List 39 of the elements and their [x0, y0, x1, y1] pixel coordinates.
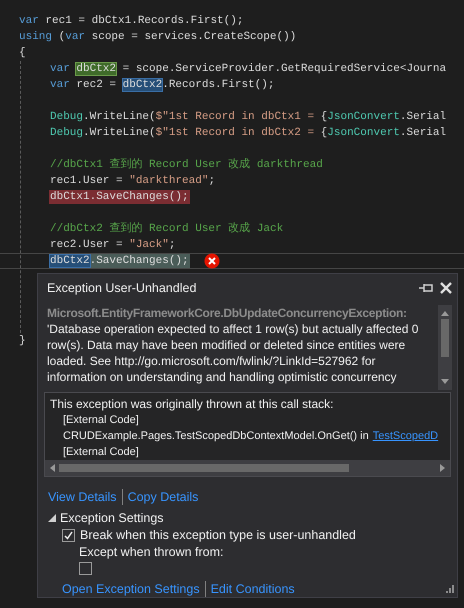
code-line: { [18, 46, 27, 60]
resize-grip-icon[interactable] [444, 584, 454, 594]
scroll-up-icon[interactable] [441, 310, 449, 316]
details-link[interactable]: View Details [48, 490, 117, 504]
scroll-left-icon[interactable] [49, 464, 55, 472]
checkbox[interactable] [62, 528, 75, 542]
popup-title: Exception User-Unhandled [47, 280, 198, 295]
settings-label: Exception Settings [60, 511, 164, 525]
pin-icon[interactable] [419, 282, 433, 293]
expanded-triangle-icon[interactable] [48, 514, 56, 522]
code-line: //dbCtx2 查到的 Record User 改成 Jack [49, 222, 284, 236]
settings-link[interactable]: Edit Conditions [210, 582, 295, 596]
checkbox[interactable] [79, 562, 92, 575]
code-line: //dbCtx1 查到的 Record User 改成 darkthread [49, 158, 324, 172]
vertical-scrollbar[interactable] [438, 305, 452, 390]
horizontal-scrollbar[interactable] [45, 460, 450, 476]
stack-frame: [External Code] [63, 414, 139, 426]
code-line: var rec2 = dbCtx2.Records.First(); [49, 78, 276, 92]
settings-link[interactable]: Open Exception Settings [62, 582, 200, 596]
code-line: var dbCtx2 = scope.ServiceProvider.GetRequiredService<Journa [49, 62, 448, 76]
call-stack-heading: This exception was originally thrown at this call stack: [49, 396, 334, 412]
exception-message: 'Database operation expected to affect 1 row(s) but actually affected 0 row(s). Data may have been modified or deleted since entities were loaded. See http://go.microsoft.com/fwlink/?LinkId=527962 for information on understanding and handling optimistic concurrency [47, 321, 420, 386]
source-link[interactable]: TestScopedD [372, 430, 438, 442]
scroll-right-icon[interactable] [440, 464, 446, 472]
stack-frame: CRUDExample.Pages.TestScopedDbContextModel.OnGet() in [63, 430, 369, 442]
close-icon[interactable] [439, 280, 453, 295]
except-label: Except when thrown from: [79, 545, 224, 559]
code-line: rec1.User = "darkthread"; [49, 174, 216, 188]
scroll-down-icon[interactable] [441, 379, 449, 385]
code-line: Debug.WriteLine($"1st Record in dbCtx2 = {JsonConvert.Serial [49, 126, 448, 140]
code-line: rec2.User = "Jack"; [49, 238, 176, 252]
code-line: } [18, 334, 27, 348]
stack-frame: [External Code] [63, 446, 139, 458]
checkbox-label: Break when this exception type is user-unhandled [80, 528, 356, 542]
details-link[interactable]: Copy Details [128, 490, 198, 504]
code-line: var rec1 = dbCtx1.Records.First(); [18, 14, 244, 28]
exception-type: Microsoft.EntityFrameworkCore.DbUpdateConcurrencyException: [47, 305, 408, 322]
code-line: using (var scope = services.CreateScope()) [18, 30, 298, 44]
code-line: Debug.WriteLine($"1st Record in dbCtx1 = {JsonConvert.Serial [49, 110, 448, 124]
